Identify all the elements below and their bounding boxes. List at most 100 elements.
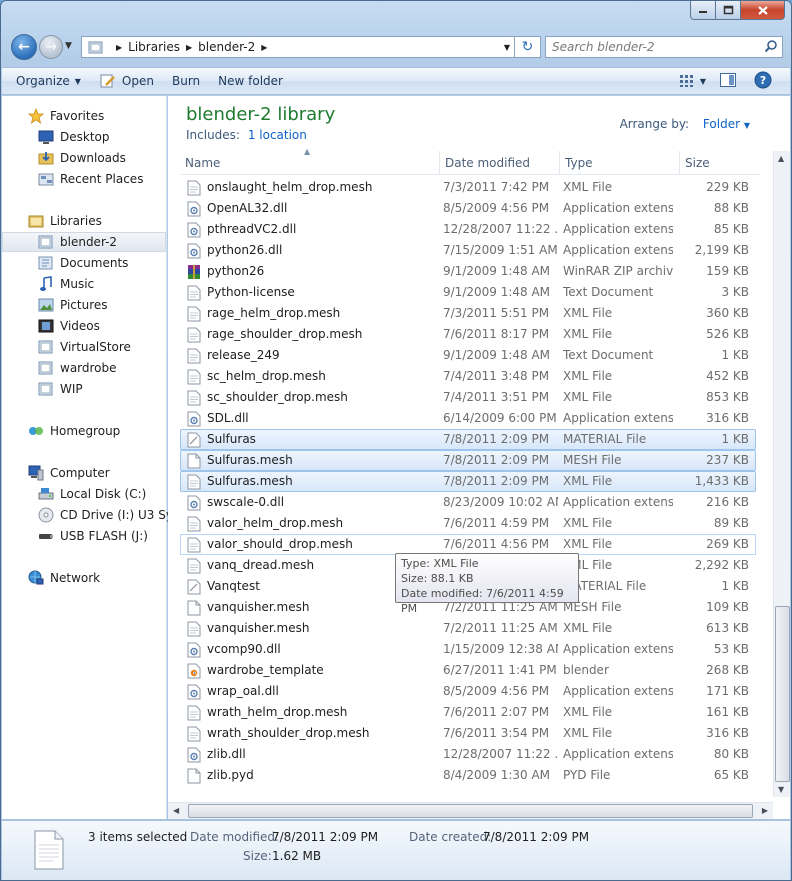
nav-downloads[interactable]: Downloads <box>2 148 166 168</box>
file-size: 316 KB <box>706 726 749 740</box>
breadcrumb-libraries[interactable]: Libraries <box>128 40 180 54</box>
breadcrumb-blender-2[interactable]: blender-2 <box>198 40 255 54</box>
scroll-down-icon[interactable]: ▼ <box>778 785 784 794</box>
file-row[interactable]: sc_shoulder_drop.mesh 7/4/2011 3:51 PM XML… <box>180 387 756 408</box>
nav-library-pictures[interactable]: Pictures <box>2 295 166 315</box>
file-row[interactable]: wrath_shoulder_drop.mesh 7/6/2011 3:54 PM… <box>180 723 756 744</box>
scroll-up-icon[interactable]: ▲ <box>778 154 784 163</box>
file-row[interactable]: Sulfuras.mesh 7/8/2011 2:09 PM XML File 1,4… <box>180 471 756 492</box>
new-folder-button[interactable]: New folder <box>218 74 283 88</box>
column-header-date[interactable]: Date modified <box>440 151 560 175</box>
nav-computer[interactable]: Computer <box>2 463 166 483</box>
file-date-modified: 12/28/2007 11:22 ... <box>443 747 558 761</box>
nav-library-wardrobe[interactable]: wardrobe <box>2 358 166 378</box>
file-type: XML File <box>563 306 613 320</box>
nav-library-blender-2[interactable]: blender-2 <box>2 232 166 252</box>
file-row[interactable]: wardrobe_template 6/27/2011 1:41 PM blende… <box>180 660 756 681</box>
nav-cd-drive[interactable]: CD Drive (I:) U3 System <box>2 505 203 525</box>
nav-homegroup[interactable]: Homegroup <box>2 421 166 441</box>
file-name: valor_should_drop.mesh <box>207 537 353 551</box>
maximize-icon <box>723 5 733 15</box>
close-button[interactable] <box>741 1 785 20</box>
nav-libraries[interactable]: Libraries <box>2 211 166 231</box>
file-row[interactable]: rage_shoulder_drop.mesh 7/6/2011 8:17 PM X… <box>180 324 756 345</box>
horizontal-scroll-thumb[interactable] <box>188 804 753 818</box>
arrange-by-dropdown[interactable]: Folder ▼ <box>703 117 750 131</box>
column-header-name[interactable]: Name ▲ <box>180 147 440 175</box>
nav-library-music[interactable]: Music <box>2 274 166 294</box>
column-header-size[interactable]: Size <box>680 151 760 175</box>
nav-library-videos[interactable]: Videos <box>2 316 166 336</box>
nav-library-wip-label: WIP <box>60 382 83 396</box>
file-row[interactable]: wrap_oal.dll 8/5/2009 4:56 PM Application … <box>180 681 756 702</box>
file-row[interactable]: pthreadVC2.dll 12/28/2007 11:22 ... Applic… <box>180 219 756 240</box>
nav-library-virtualstore[interactable]: VirtualStore <box>2 337 166 357</box>
nav-favorites-label: Favorites <box>50 109 105 123</box>
dll-file-icon <box>187 222 201 238</box>
file-row[interactable]: OpenAL32.dll 8/5/2009 4:56 PM Application … <box>180 198 756 219</box>
nav-desktop[interactable]: Desktop <box>2 127 166 147</box>
file-name: wardrobe_template <box>207 663 324 677</box>
file-row[interactable]: zlib.dll 12/28/2007 11:22 ... Application … <box>180 744 756 765</box>
open-button[interactable]: Open <box>99 73 154 89</box>
recent-pages-dropdown[interactable]: ▼ <box>65 41 72 51</box>
minimize-button[interactable] <box>690 1 716 20</box>
refresh-button[interactable]: ↻ <box>515 36 541 58</box>
file-row[interactable]: python26 9/1/2009 1:48 AM WinRAR ZIP archi… <box>180 261 756 282</box>
file-row[interactable]: zlib.pyd 8/4/2009 1:30 AM PYD File 65 KB <box>180 765 756 786</box>
address-bar[interactable]: ▶ Libraries ▶ blender-2 ▶ ▼ <box>81 36 515 58</box>
change-view-button[interactable]: ▼ <box>679 75 706 87</box>
sort-ascending-icon: ▲ <box>304 147 311 156</box>
search-icon[interactable] <box>764 39 778 53</box>
breadcrumb-separator-icon[interactable]: ▶ <box>261 43 267 52</box>
file-row[interactable]: release_249 9/1/2009 1:48 AM Text Document… <box>180 345 756 366</box>
file-row[interactable]: valor_helm_drop.mesh 7/6/2011 4:59 PM XML … <box>180 513 756 534</box>
file-row[interactable]: python26.dll 7/15/2009 1:51 AM Application… <box>180 240 756 261</box>
vertical-scroll-thumb[interactable] <box>775 606 790 782</box>
file-row[interactable]: Sulfuras 7/8/2011 2:09 PM MATERIAL File 1 K… <box>180 429 756 450</box>
help-button[interactable]: ? <box>754 71 772 92</box>
file-row[interactable]: vcomp90.dll 1/15/2009 12:38 AM Application… <box>180 639 756 660</box>
view-dropdown-icon[interactable]: ▼ <box>700 77 706 86</box>
nav-local-disk[interactable]: Local Disk (C:) <box>2 484 166 504</box>
file-date-modified: 7/3/2011 5:51 PM <box>443 306 550 320</box>
vertical-scrollbar[interactable]: ▲ ▼ <box>773 151 790 797</box>
includes-locations-link[interactable]: 1 location <box>248 128 307 142</box>
organize-button[interactable]: Organize ▼ <box>16 74 81 88</box>
file-row[interactable]: Python-license 9/1/2009 1:48 AM Text Docum… <box>180 282 756 303</box>
file-row[interactable]: swscale-0.dll 8/23/2009 10:02 AM Applicati… <box>180 492 756 513</box>
horizontal-scrollbar[interactable]: ◀ ▶ <box>168 802 773 819</box>
nav-recent-places[interactable]: Recent Places <box>2 169 166 189</box>
scroll-right-icon[interactable]: ▶ <box>762 806 768 815</box>
file-row[interactable]: sc_helm_drop.mesh 7/4/2011 3:48 PM XML Fil… <box>180 366 756 387</box>
burn-button[interactable]: Burn <box>172 74 200 88</box>
nav-library-wip[interactable]: WIP <box>2 379 166 399</box>
file-row[interactable]: SDL.dll 6/14/2009 6:00 PM Application exte… <box>180 408 756 429</box>
file-name: vanquisher.mesh <box>207 621 310 635</box>
file-row[interactable]: vanquisher.mesh 7/2/2011 11:25 AM XML File… <box>180 618 756 639</box>
address-history-dropdown[interactable]: ▼ <box>504 43 510 52</box>
file-row[interactable]: wrath_helm_drop.mesh 7/6/2011 2:07 PM XML … <box>180 702 756 723</box>
xml-file-icon <box>187 180 201 196</box>
file-date-modified: 8/5/2009 4:56 PM <box>443 684 550 698</box>
maximize-button[interactable] <box>716 1 741 20</box>
search-input[interactable] <box>552 40 762 54</box>
nav-usb-flash[interactable]: USB FLASH (J:) <box>2 526 166 546</box>
forward-button[interactable]: → <box>39 35 63 59</box>
file-row[interactable]: valor_should_drop.mesh 7/6/2011 4:56 PM XM… <box>180 534 756 555</box>
file-row[interactable]: Sulfuras.mesh 7/8/2011 2:09 PM MESH File 23… <box>180 450 756 471</box>
preview-pane-button[interactable] <box>720 72 736 90</box>
breadcrumb-separator-icon[interactable]: ▶ <box>186 43 192 52</box>
arrange-by-value: Folder <box>702 117 741 131</box>
nav-favorites[interactable]: Favorites <box>2 106 166 126</box>
scroll-left-icon[interactable]: ◀ <box>173 806 179 815</box>
tooltip-date: Date modified: 7/6/2011 4:59 PM <box>401 587 564 615</box>
nav-library-documents[interactable]: Documents <box>2 253 166 273</box>
file-row[interactable]: rage_helm_drop.mesh 7/3/2011 5:51 PM XML F… <box>180 303 756 324</box>
column-header-type[interactable]: Type <box>560 151 680 175</box>
chevron-down-icon: ▼ <box>74 76 81 86</box>
nav-network[interactable]: Network <box>2 568 166 588</box>
file-row[interactable]: onslaught_helm_drop.mesh 7/3/2011 7:42 PM… <box>180 177 756 198</box>
breadcrumb-separator-icon[interactable]: ▶ <box>116 43 122 52</box>
back-button[interactable]: ← <box>11 34 37 60</box>
